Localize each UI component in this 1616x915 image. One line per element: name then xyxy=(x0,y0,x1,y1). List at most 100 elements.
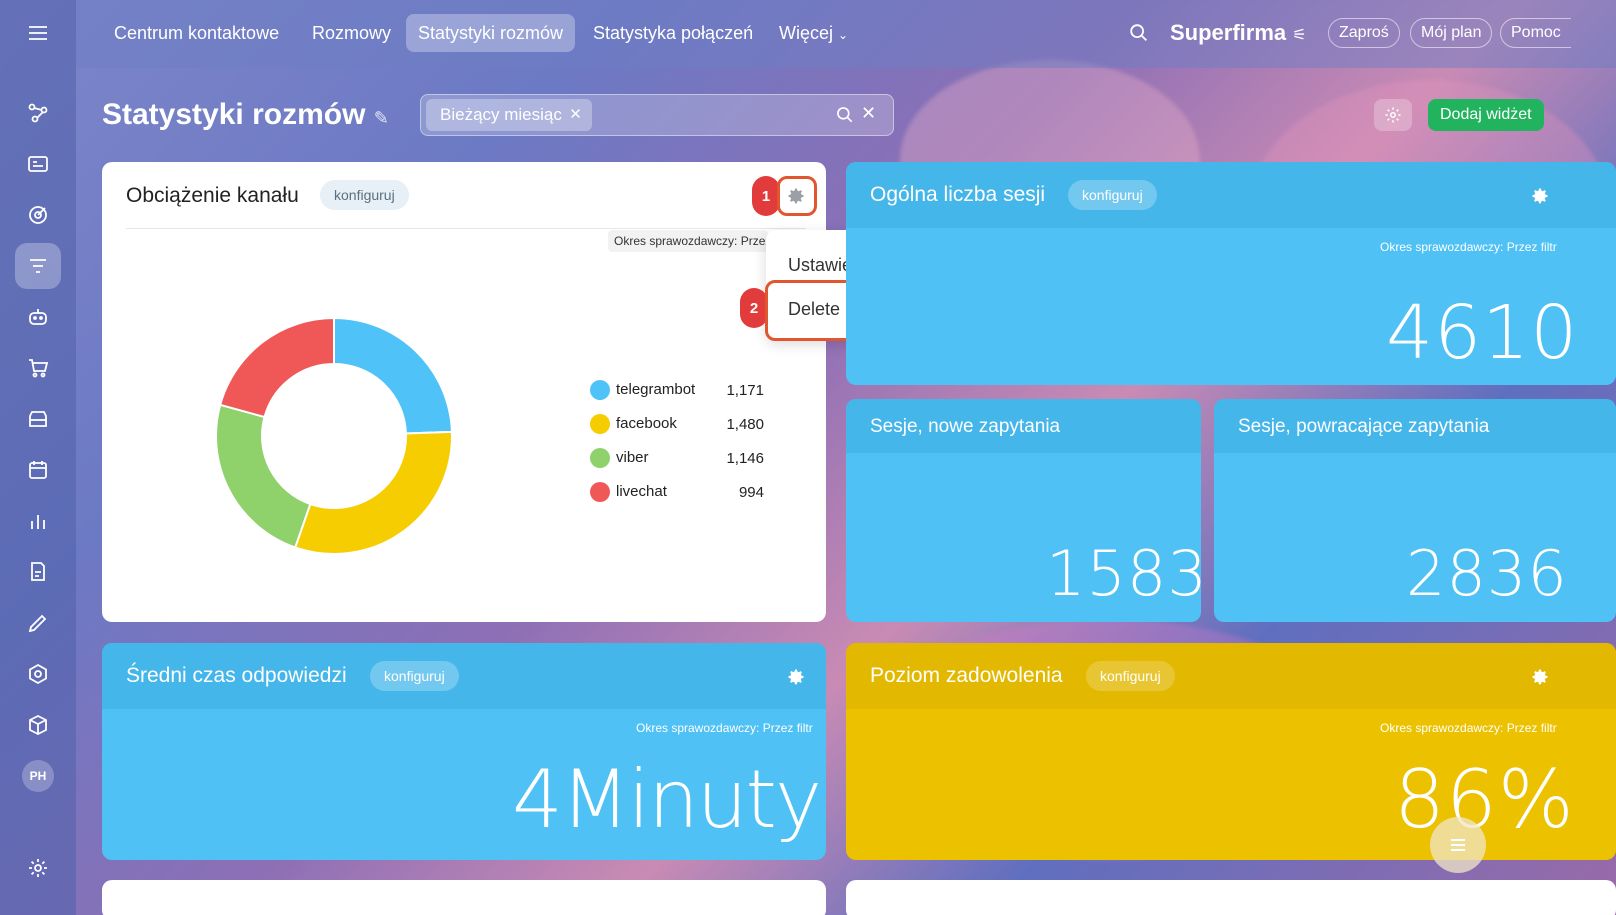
document-edit-icon[interactable] xyxy=(15,549,61,595)
total-sessions-widget: Ogólna liczba sesji konfiguruj Okres spr… xyxy=(846,162,1616,385)
returning-sessions-value: 2836 xyxy=(1406,537,1568,610)
satisfaction-widget: Poziom zadowolenia konfiguruj Okres spra… xyxy=(846,643,1616,860)
channel-load-title: Obciążenie kanału xyxy=(126,184,299,207)
legend-item-viber[interactable]: viber xyxy=(590,448,649,468)
legend-label: viber xyxy=(616,448,649,466)
chevron-down-icon: ⌄ xyxy=(838,28,849,42)
period-tooltip: Okres sprawozdawczy: Przez filtr xyxy=(608,230,768,252)
total-sessions-title: Ogólna liczba sesji xyxy=(870,183,1046,206)
period-label: Okres sprawozdawczy: Przez filtr xyxy=(636,721,813,735)
tab-conversation-stats[interactable]: Statystyki rozmów xyxy=(406,14,576,52)
legend-label: livechat xyxy=(616,482,667,500)
avg-response-widget: Średni czas odpowiedzi konfiguruj Okres … xyxy=(102,643,826,860)
tab-contact-center[interactable]: Centrum kontaktowe xyxy=(102,14,291,52)
my-plan-button[interactable]: Mój plan xyxy=(1410,18,1493,48)
widget-settings-gear-icon[interactable] xyxy=(786,186,806,211)
invite-button[interactable]: Zaproś xyxy=(1328,18,1400,48)
chat-card-icon[interactable] xyxy=(15,141,61,187)
gear-icon[interactable] xyxy=(1530,667,1550,692)
satisfaction-value: 86% xyxy=(1394,753,1575,846)
brand-label: Superfirma xyxy=(1170,20,1287,45)
tab-more-label: Więcej xyxy=(779,23,834,43)
new-sessions-title: Sesje, nowe zapytania xyxy=(870,416,1061,437)
legend-item-telegrambot[interactable]: telegrambot xyxy=(590,380,695,400)
legend-label: facebook xyxy=(616,414,677,432)
new-sessions-value: 1583 xyxy=(1046,537,1201,610)
total-sessions-value: 4610 xyxy=(1386,290,1579,376)
page-title-text: Statystyki rozmów xyxy=(102,98,366,131)
step-badge-1: 1 xyxy=(752,176,780,216)
pin-icon[interactable]: ✎ xyxy=(374,108,389,128)
gear-icon xyxy=(1385,107,1401,123)
funnel-icon[interactable] xyxy=(15,243,61,289)
donut-slice-telegrambot[interactable] xyxy=(333,316,453,435)
legend-dot xyxy=(590,448,610,468)
donut-slice-viber[interactable] xyxy=(215,403,312,549)
cart-icon[interactable] xyxy=(15,345,61,391)
step-badge-2: 2 xyxy=(740,288,768,328)
settings-icon[interactable] xyxy=(15,845,61,891)
robot-icon[interactable] xyxy=(15,294,61,340)
legend-item-facebook[interactable]: facebook xyxy=(590,414,677,434)
menu-icon[interactable] xyxy=(15,10,61,56)
bar-chart-icon[interactable] xyxy=(15,498,61,544)
filter-search-box[interactable]: Bieżący miesiąc ✕ ✕ xyxy=(420,94,894,136)
legend-dot xyxy=(590,380,610,400)
legend-value: 1,171 xyxy=(726,382,764,399)
configure-button[interactable]: konfiguruj xyxy=(320,180,409,210)
hexagon-icon[interactable] xyxy=(15,651,61,697)
add-widget-button[interactable]: Dodaj widżet xyxy=(1428,99,1544,131)
help-button[interactable]: Pomoc xyxy=(1500,18,1571,48)
returning-sessions-widget: Sesje, powracające zapytania 2836 xyxy=(1214,399,1616,622)
tab-call-stats[interactable]: Statystyka połączeń xyxy=(581,14,765,52)
gear-icon[interactable] xyxy=(786,667,806,692)
legend-item-livechat[interactable]: livechat xyxy=(590,482,667,502)
legend-value: 994 xyxy=(738,484,764,501)
new-sessions-widget: Sesje, nowe zapytania 1583 xyxy=(846,399,1201,622)
configure-button[interactable]: konfiguruj xyxy=(1086,661,1175,691)
avatar[interactable]: PH xyxy=(22,760,54,792)
menu-item-delete[interactable]: Delete xyxy=(788,299,840,320)
list-icon xyxy=(1451,839,1465,851)
legend-dot xyxy=(590,482,610,502)
tab-more[interactable]: Więcej ⌄ xyxy=(767,14,860,52)
box-icon[interactable] xyxy=(15,702,61,748)
legend-value: 1,480 xyxy=(726,416,764,433)
filter-search-icon[interactable] xyxy=(835,105,855,130)
legend-value: 1,146 xyxy=(726,450,764,467)
left-sidebar: PH xyxy=(0,0,76,915)
filter-chip-label: Bieżący miesiąc xyxy=(440,105,562,124)
donut-chart xyxy=(215,316,453,555)
chip-close-icon[interactable]: ✕ xyxy=(569,99,582,131)
legend-label: telegrambot xyxy=(616,380,696,398)
page-title: Statystyki rozmów ✎ xyxy=(102,98,389,132)
brand-name[interactable]: Superfirma ⚟ xyxy=(1170,20,1307,46)
pen-icon[interactable] xyxy=(15,600,61,646)
gear-icon[interactable] xyxy=(1530,186,1550,211)
period-label: Okres sprawozdawczy: Przez filtr xyxy=(1380,721,1557,735)
tab-conversations[interactable]: Rozmowy xyxy=(300,14,403,52)
feed-button[interactable] xyxy=(1430,817,1486,873)
divider xyxy=(126,228,806,229)
donut-slice-livechat[interactable] xyxy=(218,316,335,419)
dashboard-settings-button[interactable] xyxy=(1374,99,1412,131)
store-icon[interactable] xyxy=(15,396,61,442)
returning-sessions-title: Sesje, powracające zapytania xyxy=(1238,416,1490,437)
donut-slice-facebook[interactable] xyxy=(293,430,453,555)
avg-response-value: 4Minuty xyxy=(512,753,822,846)
period-label: Okres sprawozdawczy: Przez filtr xyxy=(1380,240,1557,254)
next-widget-partial xyxy=(846,880,1616,915)
avg-response-title: Średni czas odpowiedzi xyxy=(126,664,347,687)
calendar-icon[interactable] xyxy=(15,447,61,493)
configure-button[interactable]: konfiguruj xyxy=(370,661,459,691)
satisfaction-title: Poziom zadowolenia xyxy=(870,664,1063,687)
legend-dot xyxy=(590,414,610,434)
filter-clear-icon[interactable]: ✕ xyxy=(861,103,876,124)
target-icon[interactable] xyxy=(15,192,61,238)
next-widget-partial xyxy=(102,880,826,915)
contact-center-icon[interactable] xyxy=(15,90,61,136)
sliders-icon: ⚟ xyxy=(1292,27,1307,44)
configure-button[interactable]: konfiguruj xyxy=(1068,180,1157,210)
filter-chip[interactable]: Bieżący miesiąc ✕ xyxy=(426,99,592,131)
search-icon[interactable] xyxy=(1128,22,1150,49)
